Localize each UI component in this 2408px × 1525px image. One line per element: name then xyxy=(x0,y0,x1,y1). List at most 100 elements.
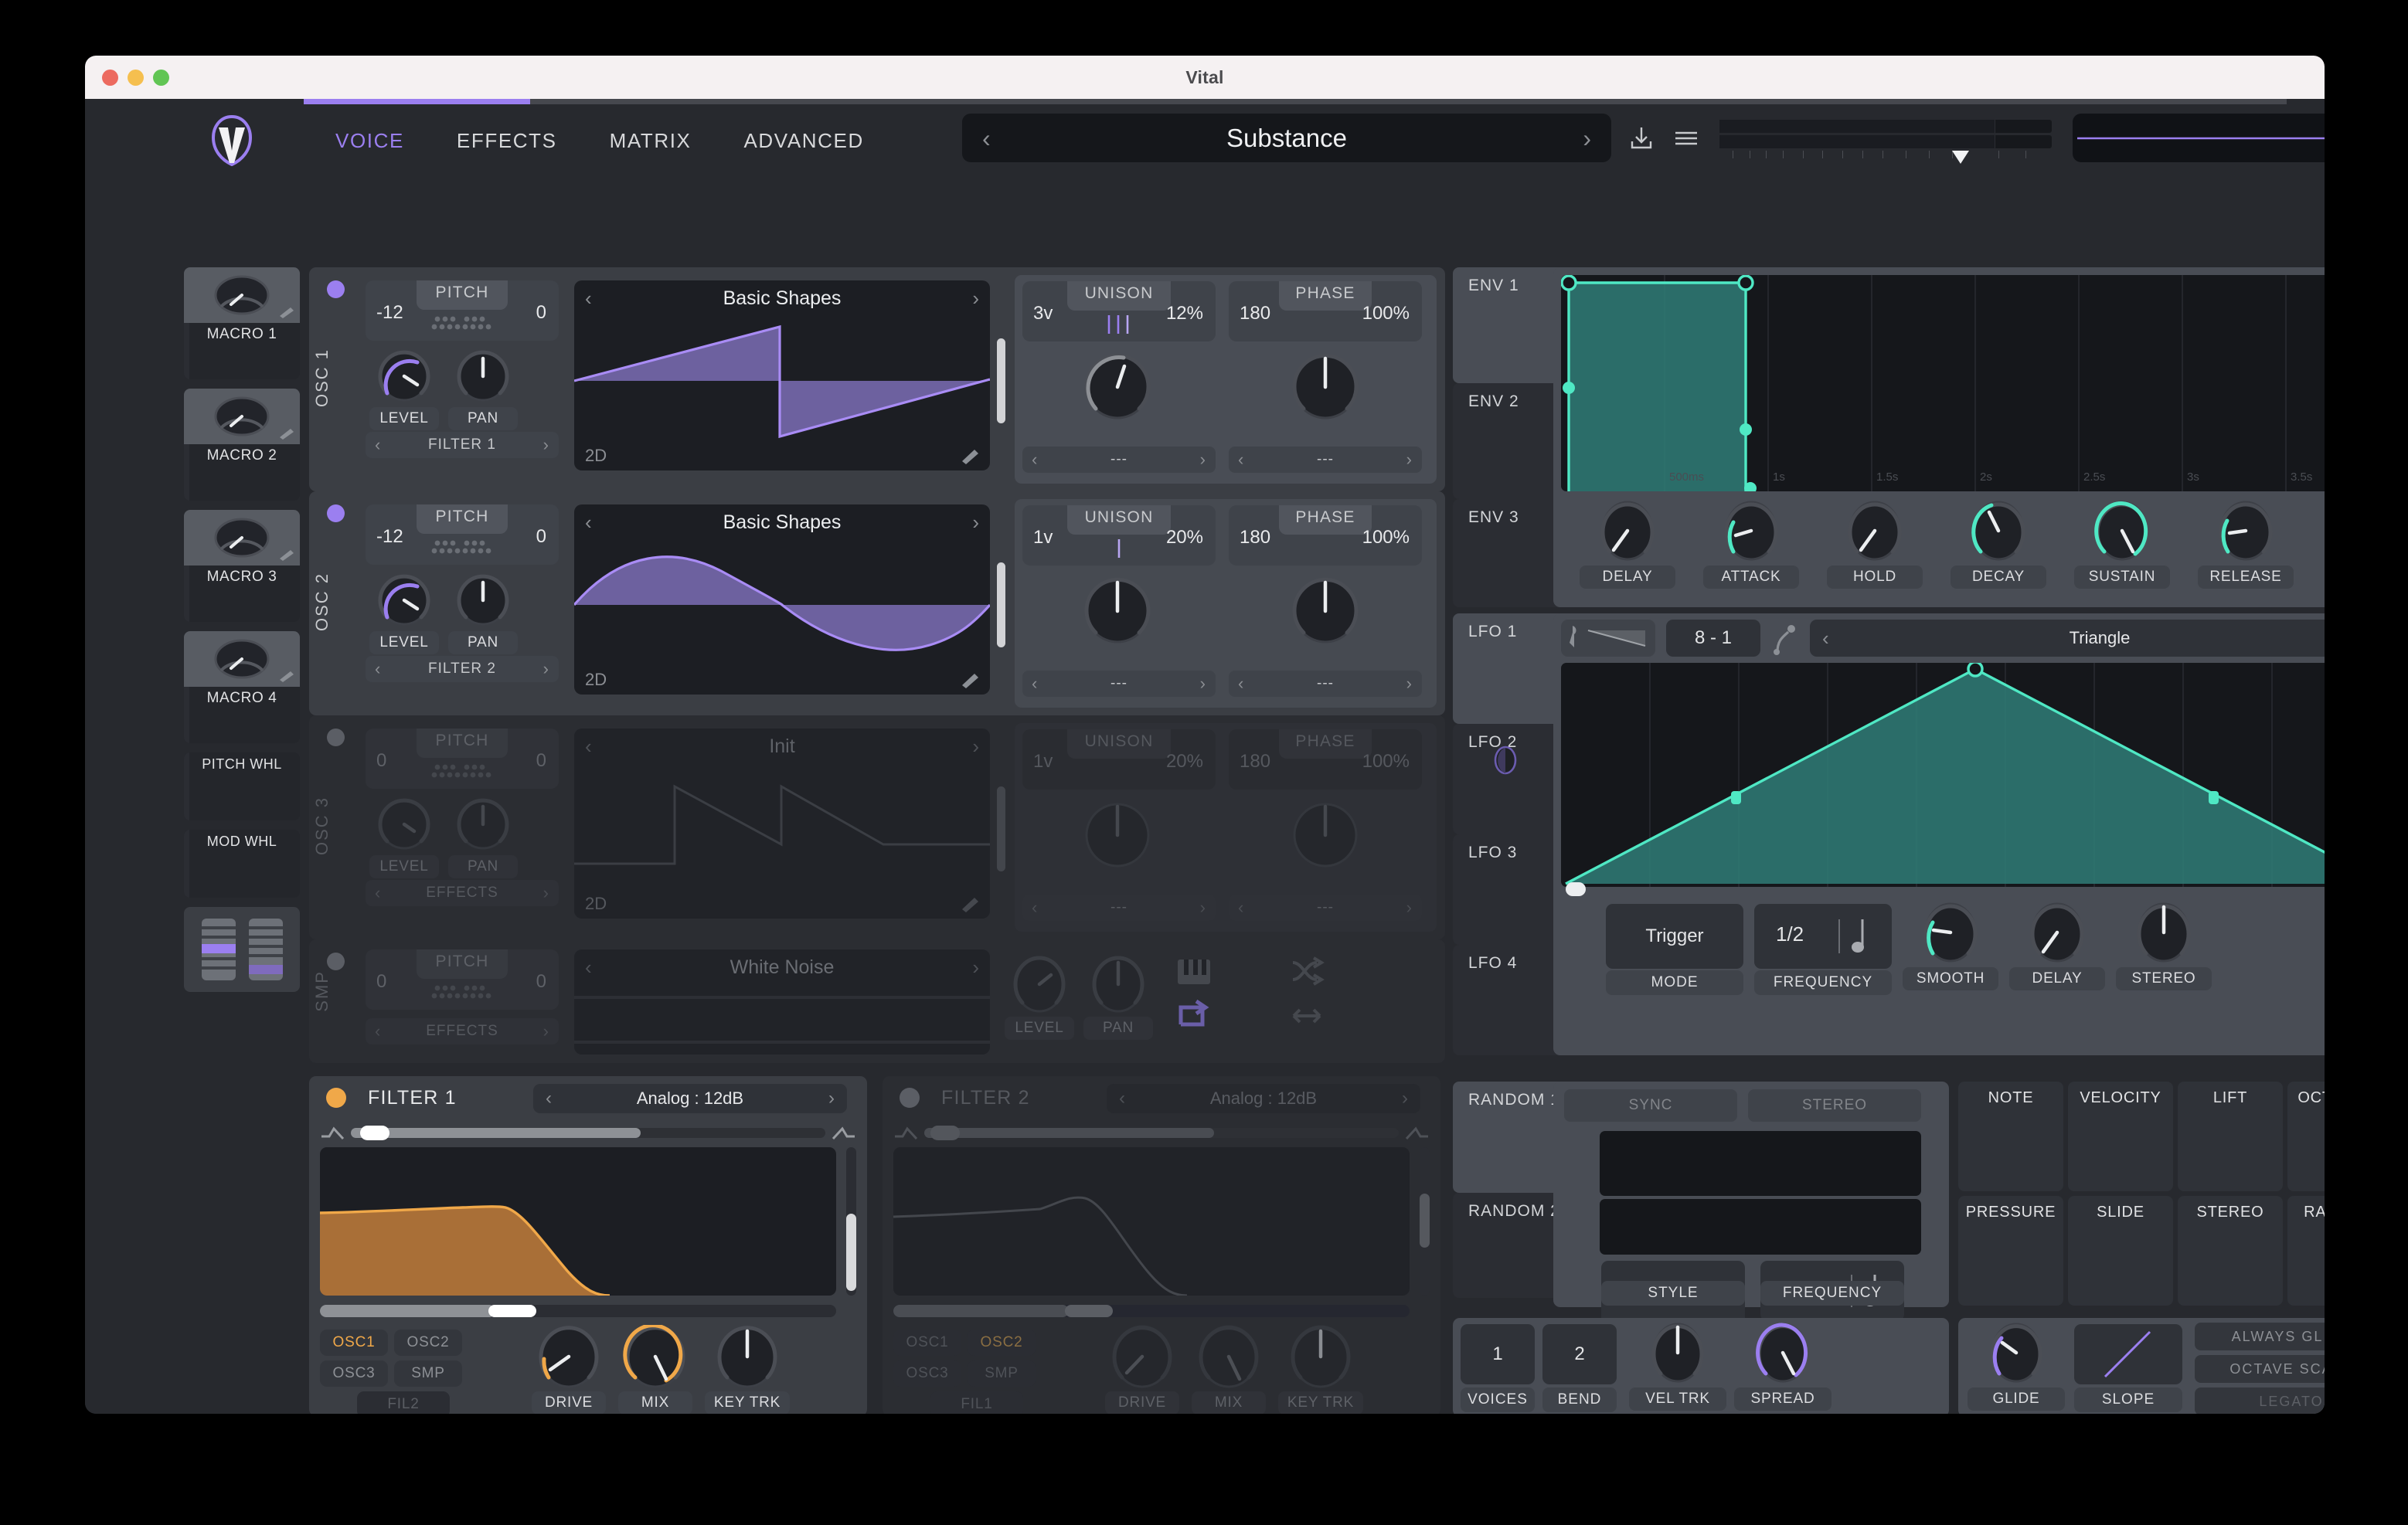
osc3-wavetable-display[interactable]: ‹ Init › 2D xyxy=(574,729,990,919)
always-glide-button[interactable]: ALWAYS GLIDE xyxy=(2195,1323,2325,1350)
lfo1-mod-source-handle[interactable] xyxy=(1493,745,1518,776)
tab-matrix[interactable]: MATRIX xyxy=(583,121,718,161)
macro-knob-1[interactable] xyxy=(209,273,274,317)
sampler-level-control[interactable]: LEVEL xyxy=(1005,955,1074,1040)
filter2-blend-slider[interactable] xyxy=(893,1124,1430,1141)
osc1-edit-pencil-icon[interactable] xyxy=(961,447,981,464)
lfo-paint-mode-button[interactable] xyxy=(1561,620,1655,657)
filter2-keytrk-control[interactable]: KEY TRK xyxy=(1278,1325,1363,1414)
lfo-grid-value[interactable]: 8 - 1 xyxy=(1666,620,1760,657)
env-delay-control[interactable]: DELAY xyxy=(1580,499,1675,589)
bend-value[interactable]: 2 xyxy=(1542,1324,1617,1384)
octave-scale-button[interactable]: OCTAVE SCALE xyxy=(2195,1355,2325,1383)
env-decay-control[interactable]: DECAY xyxy=(1951,499,2046,589)
osc3-level-control[interactable]: LEVEL xyxy=(369,796,439,878)
tab-effects[interactable]: EFFECTS xyxy=(430,121,583,161)
sampler-next-icon[interactable]: › xyxy=(972,956,979,980)
envelope-graph[interactable]: 500ms 1s 1.5s 2s 2.5s 3s 3.5s xyxy=(1561,275,2325,491)
env-release-control[interactable]: RELEASE xyxy=(2198,499,2294,589)
osc2-transpose-value[interactable]: -12 xyxy=(376,526,403,548)
tab-lfo-4[interactable]: LFO 4 xyxy=(1453,945,1565,1055)
osc2-unison-mod-selector[interactable]: ‹ --- › xyxy=(1022,671,1216,697)
random-sync-button[interactable]: SYNC xyxy=(1564,1089,1737,1122)
osc1-phase-mod-next-icon[interactable]: › xyxy=(1406,451,1413,468)
osc1-dest-next-icon[interactable]: › xyxy=(543,436,549,453)
filter1-source-fil2[interactable]: FIL2 xyxy=(357,1391,450,1414)
osc2-view-mode[interactable]: 2D xyxy=(585,670,607,690)
filter1-resonance-slider[interactable] xyxy=(846,1147,856,1296)
osc3-unison-detune[interactable]: 20% xyxy=(1166,751,1203,773)
tab-random-1[interactable]: RANDOM 1 xyxy=(1453,1082,1565,1193)
osc3-phase-mod-next-icon[interactable]: › xyxy=(1406,899,1413,916)
filter2-source-smp[interactable]: SMP xyxy=(968,1360,1036,1387)
sampler-transpose-value[interactable]: 0 xyxy=(376,971,386,993)
pitch-wheel-source[interactable]: PITCH WHL xyxy=(184,752,300,820)
filter2-type-prev-icon[interactable]: ‹ xyxy=(1119,1088,1125,1109)
osc1-wavetable-display[interactable]: ‹ Basic Shapes › 2D xyxy=(574,280,990,470)
osc3-phase-module[interactable]: PHASE 180 100% xyxy=(1229,729,1422,790)
osc1-phase-value[interactable]: 180 xyxy=(1240,303,1270,324)
random-graph-bottom[interactable] xyxy=(1600,1199,1921,1255)
sampler-random-phase-icon[interactable] xyxy=(1289,953,1328,989)
filter1-source-osc1[interactable]: OSC1 xyxy=(320,1330,388,1356)
macro-knob-2[interactable] xyxy=(209,395,274,438)
macro-edit-pencil-icon-2[interactable] xyxy=(278,427,295,440)
osc3-unison-module[interactable]: UNISON 1v 20% xyxy=(1022,729,1216,790)
osc2-unison-voices[interactable]: 1v xyxy=(1033,527,1053,549)
osc3-wavetable-position-slider[interactable] xyxy=(997,786,1005,871)
osc1-transpose-value[interactable]: -12 xyxy=(376,302,403,324)
smooth-curve-icon[interactable] xyxy=(1771,621,1802,655)
filter1-cutoff-slider[interactable] xyxy=(320,1305,836,1317)
tab-env-3[interactable]: ENV 3 xyxy=(1453,499,1565,607)
spread-control[interactable]: SPREAD xyxy=(1734,1321,1832,1411)
osc1-phase-mod-prev-icon[interactable]: ‹ xyxy=(1238,451,1244,468)
osc3-phase-value[interactable]: 180 xyxy=(1240,751,1270,773)
osc3-phase-mod-prev-icon[interactable]: ‹ xyxy=(1238,899,1244,916)
osc3-pitch-module[interactable]: PITCH 0 0 xyxy=(366,729,559,789)
osc2-phase-mod-next-icon[interactable]: › xyxy=(1406,675,1413,692)
osc2-edit-pencil-icon[interactable] xyxy=(961,671,981,688)
osc3-unison-mod-next-icon[interactable]: › xyxy=(1200,899,1206,916)
osc1-level-control[interactable]: LEVEL xyxy=(369,348,439,430)
tab-env-1[interactable]: ENV 1 xyxy=(1453,267,1565,383)
voices-value[interactable]: 1 xyxy=(1461,1324,1535,1384)
sampler-loop-icon[interactable] xyxy=(1175,998,1213,1034)
lfo-stereo-control[interactable]: STEREO xyxy=(2116,901,2212,990)
osc1-phase-rand[interactable]: 100% xyxy=(1362,303,1410,324)
mod-source-lift[interactable]: LIFT xyxy=(2178,1082,2283,1191)
tab-advanced[interactable]: ADVANCED xyxy=(717,121,889,161)
random-stereo-button[interactable]: STEREO xyxy=(1748,1089,1921,1122)
macro-edit-pencil-icon-4[interactable] xyxy=(278,670,295,682)
download-icon[interactable] xyxy=(1627,124,1655,152)
filter2-blend-track[interactable] xyxy=(924,1128,1399,1138)
tab-voice[interactable]: VOICE xyxy=(309,121,430,161)
preset-browser-bar[interactable]: ‹ Substance › xyxy=(962,114,1611,162)
sampler-destination-selector[interactable]: ‹ EFFECTS › xyxy=(366,1018,559,1044)
mod-source-pressure[interactable]: PRESSURE xyxy=(1958,1196,2063,1306)
filter1-type-selector[interactable]: ‹ Analog : 12dB › xyxy=(533,1084,847,1113)
tab-lfo-1[interactable]: LFO 1 xyxy=(1453,613,1565,724)
tab-lfo-3[interactable]: LFO 3 xyxy=(1453,834,1565,945)
filter2-drive-control[interactable]: DRIVE xyxy=(1105,1325,1179,1414)
osc2-phase-value[interactable]: 180 xyxy=(1240,527,1270,549)
osc3-tune-value[interactable]: 0 xyxy=(536,750,546,772)
random-graph-top[interactable] xyxy=(1600,1131,1921,1196)
pitch-wheel[interactable] xyxy=(201,919,236,980)
osc3-unison-voices[interactable]: 1v xyxy=(1033,751,1053,773)
osc2-wavetable-position-slider[interactable] xyxy=(997,562,1005,647)
lfo-delay-control[interactable]: DELAY xyxy=(2009,901,2105,990)
legato-button[interactable]: LEGATO xyxy=(2195,1387,2325,1414)
filter1-type-prev-icon[interactable]: ‹ xyxy=(546,1088,552,1109)
osc2-pitch-module[interactable]: PITCH -12 0 xyxy=(366,504,559,565)
filter1-keytrk-control[interactable]: KEY TRK xyxy=(705,1325,790,1414)
filter1-source-osc2[interactable]: OSC2 xyxy=(394,1330,462,1356)
sampler-dest-prev-icon[interactable]: ‹ xyxy=(375,1023,381,1040)
lfo-graph[interactable] xyxy=(1561,663,2325,887)
filter2-resonance-slider[interactable] xyxy=(1420,1147,1430,1296)
filter1-type-next-icon[interactable]: › xyxy=(828,1088,835,1109)
osc3-view-mode[interactable]: 2D xyxy=(585,894,607,914)
sampler-pitch-module[interactable]: PITCH 0 0 xyxy=(366,949,559,1010)
next-preset-button[interactable]: › xyxy=(1583,126,1591,151)
macro-knob-3[interactable] xyxy=(209,516,274,559)
macro-control-1[interactable]: MACRO 1 xyxy=(184,267,300,379)
